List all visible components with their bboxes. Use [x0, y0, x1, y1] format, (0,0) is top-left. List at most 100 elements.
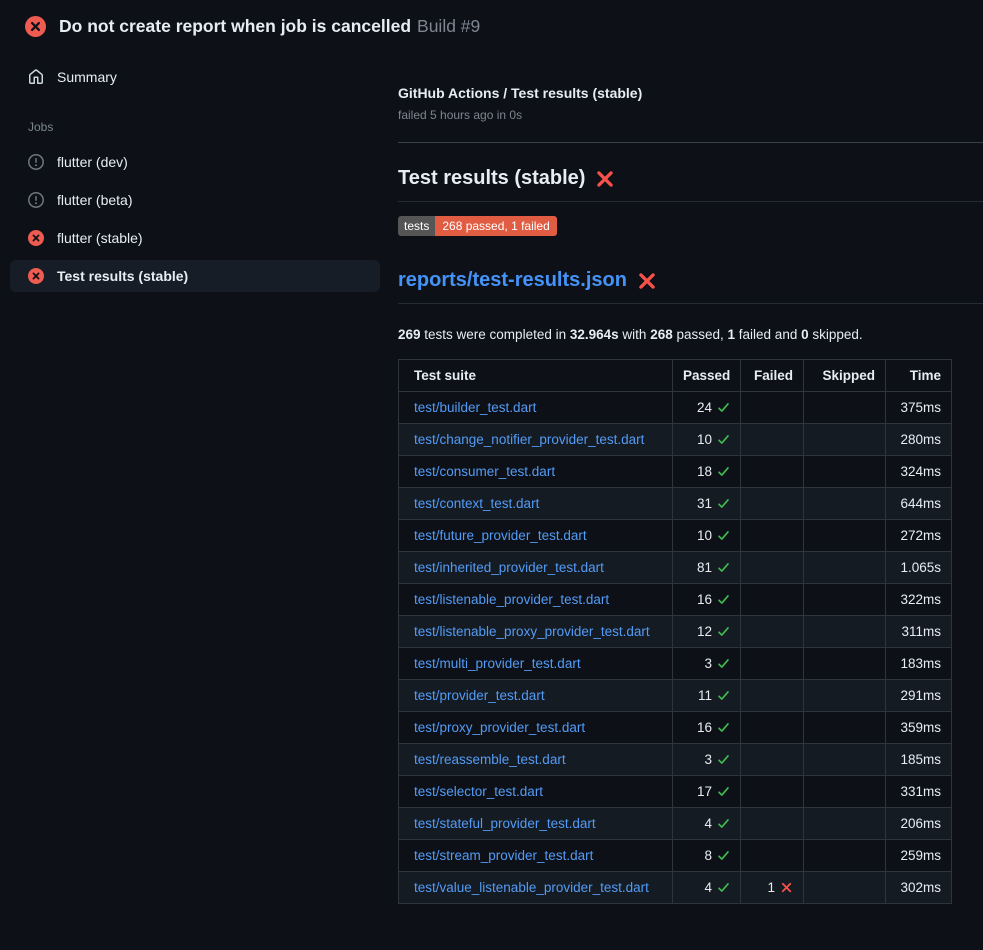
column-header-passed: Passed — [673, 360, 741, 392]
passed-cell: 3 — [673, 648, 741, 680]
divider — [398, 142, 983, 143]
report-file-link[interactable]: reports/test-results.json — [398, 269, 627, 292]
test-suite-cell: test/inherited_provider_test.dart — [399, 552, 673, 584]
test-suite-cell: test/provider_test.dart — [399, 680, 673, 712]
sidebar-item-label: flutter (beta) — [57, 192, 132, 208]
passed-cell: 3 — [673, 744, 741, 776]
x-circle-failed-icon — [25, 16, 46, 37]
total-count: 269 — [398, 327, 421, 342]
skipped-cell — [804, 616, 886, 648]
sidebar-jobs-list: flutter (dev) flutter (beta) flutter (stab… — [0, 146, 390, 292]
table-row: test/proxy_provider_test.dart16359ms — [399, 712, 952, 744]
test-suite-link[interactable]: test/context_test.dart — [414, 496, 539, 511]
test-suite-cell: test/stream_provider_test.dart — [399, 840, 673, 872]
test-suite-link[interactable]: test/stateful_provider_test.dart — [414, 816, 596, 831]
check-title-heading: Test results (stable) — [398, 167, 983, 202]
time-cell: 1.065s — [886, 552, 952, 584]
test-suite-cell: test/selector_test.dart — [399, 776, 673, 808]
failed-cell: 1 — [741, 872, 804, 904]
failed-count: 1 — [728, 327, 736, 342]
x-circle-failed-icon — [28, 230, 44, 246]
sidebar-item-label: Test results (stable) — [57, 268, 188, 284]
x-icon — [780, 881, 793, 894]
test-suite-link[interactable]: test/change_notifier_provider_test.dart — [414, 432, 644, 447]
passed-cell: 31 — [673, 488, 741, 520]
test-suite-link[interactable]: test/stream_provider_test.dart — [414, 848, 593, 863]
build-number: Build #9 — [417, 16, 480, 36]
test-suite-link[interactable]: test/builder_test.dart — [414, 400, 536, 415]
sidebar-item-job[interactable]: flutter (beta) — [10, 184, 380, 216]
passed-cell: 16 — [673, 712, 741, 744]
check-icon — [717, 785, 730, 798]
failed-x-icon — [596, 170, 614, 188]
test-suite-link[interactable]: test/listenable_provider_test.dart — [414, 592, 609, 607]
check-icon — [717, 817, 730, 830]
failed-cell — [741, 808, 804, 840]
badge-label: tests — [398, 216, 435, 236]
tests-badge: tests 268 passed, 1 failed — [398, 216, 557, 236]
skipped-count: 0 — [801, 327, 809, 342]
passed-cell: 12 — [673, 616, 741, 648]
table-row: test/future_provider_test.dart10272ms — [399, 520, 952, 552]
time-cell: 324ms — [886, 456, 952, 488]
column-header-test-suite: Test suite — [399, 360, 673, 392]
test-suite-link[interactable]: test/selector_test.dart — [414, 784, 543, 799]
passed-cell: 16 — [673, 584, 741, 616]
check-icon — [717, 561, 730, 574]
table-body: test/builder_test.dart24375ms test/change… — [399, 392, 952, 904]
passed-count: 268 — [650, 327, 673, 342]
skipped-cell — [804, 424, 886, 456]
check-icon — [717, 497, 730, 510]
sidebar: Summary Jobs flutter (dev)flutter (beta)… — [0, 49, 390, 292]
test-suite-link[interactable]: test/inherited_provider_test.dart — [414, 560, 604, 575]
table-row: test/provider_test.dart11291ms — [399, 680, 952, 712]
skipped-cell — [804, 776, 886, 808]
skipped-cell — [804, 808, 886, 840]
failed-cell — [741, 712, 804, 744]
passed-cell: 81 — [673, 552, 741, 584]
sidebar-item-summary[interactable]: Summary — [10, 61, 380, 93]
time-cell: 280ms — [886, 424, 952, 456]
check-icon — [717, 433, 730, 446]
duration: 32.964s — [570, 327, 619, 342]
check-icon — [717, 625, 730, 638]
table-row: test/builder_test.dart24375ms — [399, 392, 952, 424]
badge-value: 268 passed, 1 failed — [435, 216, 556, 236]
skipped-cell — [804, 552, 886, 584]
breadcrumb: GitHub Actions / Test results (stable) — [398, 85, 983, 101]
test-suite-link[interactable]: test/reassemble_test.dart — [414, 752, 566, 767]
passed-cell: 4 — [673, 808, 741, 840]
sidebar-item-job[interactable]: flutter (stable) — [10, 222, 380, 254]
test-suite-link[interactable]: test/provider_test.dart — [414, 688, 545, 703]
time-cell: 272ms — [886, 520, 952, 552]
skipped-cell — [804, 744, 886, 776]
test-results-table: Test suite Passed Failed Skipped Time te… — [398, 359, 952, 904]
test-suite-link[interactable]: test/consumer_test.dart — [414, 464, 555, 479]
failed-cell — [741, 744, 804, 776]
sidebar-item-job[interactable]: flutter (dev) — [10, 146, 380, 178]
check-icon — [717, 593, 730, 606]
test-suite-cell: test/consumer_test.dart — [399, 456, 673, 488]
table-row: test/listenable_proxy_provider_test.dart… — [399, 616, 952, 648]
test-suite-link[interactable]: test/multi_provider_test.dart — [414, 656, 581, 671]
failed-cell — [741, 552, 804, 584]
failed-cell — [741, 424, 804, 456]
report-file-heading[interactable]: reports/test-results.json — [398, 269, 983, 304]
check-icon — [717, 689, 730, 702]
cancelled-icon — [28, 154, 44, 170]
test-suite-link[interactable]: test/future_provider_test.dart — [414, 528, 587, 543]
check-icon — [717, 657, 730, 670]
check-icon — [717, 753, 730, 766]
failed-cell — [741, 488, 804, 520]
failed-cell — [741, 840, 804, 872]
failed-cell — [741, 776, 804, 808]
test-suite-link[interactable]: test/proxy_provider_test.dart — [414, 720, 585, 735]
test-suite-link[interactable]: test/listenable_proxy_provider_test.dart — [414, 624, 650, 639]
time-cell: 322ms — [886, 584, 952, 616]
test-suite-link[interactable]: test/value_listenable_provider_test.dart — [414, 880, 649, 895]
table-header-row: Test suite Passed Failed Skipped Time — [399, 360, 952, 392]
skipped-cell — [804, 840, 886, 872]
time-cell: 185ms — [886, 744, 952, 776]
sidebar-item-job[interactable]: Test results (stable) — [10, 260, 380, 292]
column-header-skipped: Skipped — [804, 360, 886, 392]
